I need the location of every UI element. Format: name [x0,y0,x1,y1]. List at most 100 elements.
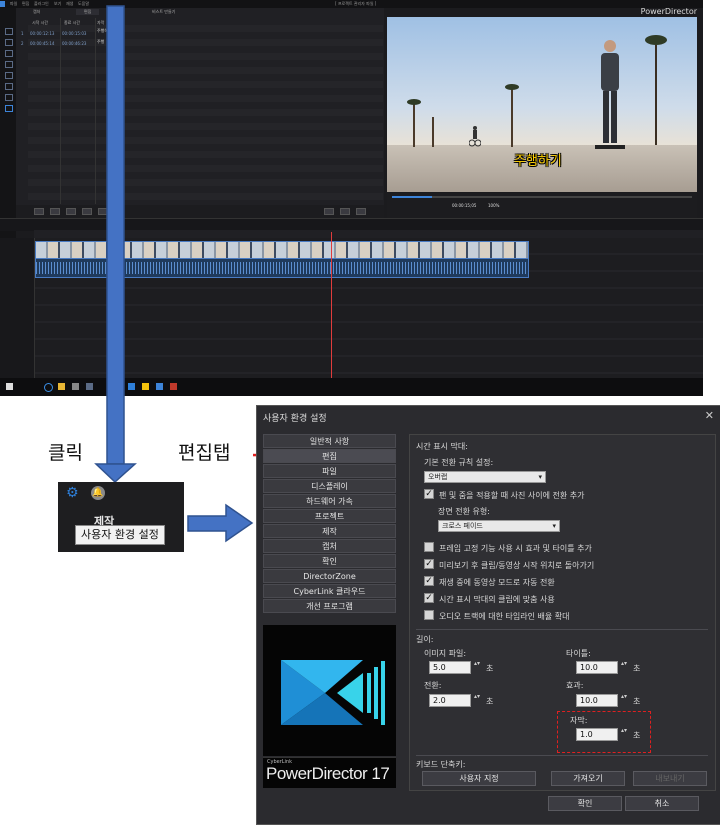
subtitle-room-icon[interactable] [5,105,13,112]
onedrive-icon[interactable] [128,383,135,390]
menu-edit[interactable]: 편집 [22,0,29,8]
preview-scrubber[interactable] [392,196,692,198]
pip-room-icon[interactable] [5,50,13,57]
remove-subtitle-icon[interactable] [50,208,60,215]
menu-plugin[interactable]: 플러그인 [34,0,49,8]
powerdirector-logo [263,625,396,756]
row-start[interactable]: 00:00:12:13 [30,31,54,36]
cyclist-figure [469,126,481,147]
pan-zoom-checkbox[interactable]: ✓ [424,489,434,499]
default-transition-label: 기본 전환 규칙 설정: [424,458,494,467]
nav-produce[interactable]: 제작 [263,524,396,538]
title-duration-input[interactable]: 10.0 [576,661,627,674]
menu-file[interactable]: 파일 [10,0,17,8]
subtitle-duration-label: 자막: [570,716,588,725]
cancel-button[interactable]: 취소 [625,796,699,811]
windows-start-icon[interactable] [6,383,13,390]
particle-room-icon[interactable] [5,61,13,68]
scene-transition-select[interactable]: 크로스 페이드 [438,520,560,532]
menu-playback[interactable]: 재생 [66,0,73,8]
image-duration-input[interactable]: 5.0 [429,661,480,674]
ok-icon[interactable] [356,208,366,215]
menu-help[interactable]: 도움말 [78,0,89,8]
option-checkbox[interactable] [424,610,434,620]
nav-cyberlink-cloud[interactable]: CyberLink 클라우드 [263,584,396,598]
palm-tree [432,117,434,147]
option-checkbox[interactable]: ✓ [424,593,434,603]
transition-duration-input[interactable]: 2.0 [429,694,480,707]
title-duration-label: 타이틀: [566,649,591,658]
nav-project[interactable]: 프로젝트 [263,509,396,523]
zoom-level[interactable]: 100% [488,203,499,208]
column-divider [60,18,61,204]
row-end[interactable]: 00:00:46:23 [62,41,86,46]
ok-button[interactable]: 확인 [548,796,622,811]
export-icon[interactable] [340,208,350,215]
unit-seconds: 초 [633,697,641,706]
video-clip[interactable] [35,241,529,259]
notification-bell-icon[interactable]: 🔔 [91,486,105,500]
nav-hardware-acceleration[interactable]: 하드웨어 가속 [263,494,396,508]
import-icon[interactable] [324,208,334,215]
audio-room-icon[interactable] [5,94,13,101]
tab-capture[interactable]: 캡처 [33,9,40,15]
nav-confirmation[interactable]: 확인 [263,554,396,568]
transition-room-icon[interactable] [5,83,13,90]
nav-general[interactable]: 일반적 사항 [263,434,396,448]
unit-seconds: 초 [486,697,494,706]
merge-icon[interactable] [66,208,76,215]
subtitle-toolbar [16,205,384,218]
nav-capture[interactable]: 캡처 [263,539,396,553]
nav-improvement-program[interactable]: 개선 프로그램 [263,599,396,613]
powerdirector-taskbar-icon[interactable] [156,383,163,390]
acrobat-icon[interactable] [170,383,177,390]
option-checkbox[interactable]: ✓ [424,559,434,569]
col-end: 종료 시간 [64,20,80,25]
nav-editing[interactable]: 편집 [263,449,396,463]
row-end[interactable]: 00:00:15:03 [62,31,86,36]
menu-bar: 파일 편집 플러그인 보기 재생 도움말 [ 프로젝트 관리자 파일 ] [0,0,703,8]
row-text[interactable]: 주행하기 [97,28,112,34]
effect-duration-input[interactable]: 10.0 [576,694,627,707]
audio-clip[interactable] [35,258,529,278]
tab-edit[interactable]: 편집 [76,9,100,15]
preferences-nav: 일반적 사항 편집 파일 디스플레이 하드웨어 가속 프로젝트 제작 캡처 확인… [263,434,396,617]
timeline-playhead[interactable] [331,232,332,378]
row-text[interactable]: 주행 [97,39,104,45]
add-subtitle-icon[interactable] [34,208,44,215]
mail-icon[interactable] [86,383,93,390]
export-shortcuts-button[interactable]: 내보내기 [633,771,707,786]
app-icon[interactable] [142,383,149,390]
col-start: 시작 시간 [32,20,48,25]
title-room-icon[interactable] [5,72,13,79]
file-explorer-icon[interactable] [58,383,65,390]
text-format-icon[interactable] [98,208,108,215]
timeline-ruler[interactable] [34,230,703,238]
close-icon[interactable]: ✕ [705,409,714,422]
option-checkbox[interactable] [424,542,434,552]
subtitle-duration-input[interactable]: 1.0 [576,728,627,741]
palm-tree [407,99,421,105]
tab-create-disc[interactable]: 비스트 만들기 [152,9,175,15]
gear-icon[interactable]: ⚙ [66,485,79,501]
option-checkbox[interactable]: ✓ [424,576,434,586]
row-index: 2 [21,41,24,46]
column-divider [95,18,96,204]
edge-icon[interactable] [44,383,53,392]
default-transition-select[interactable]: 오버랩 [424,471,546,483]
preferences-button-popup: ⚙ 🔔 제작 사용자 환경 설정 [58,482,184,552]
store-icon[interactable] [72,383,79,390]
split-icon[interactable] [82,208,92,215]
col-text: 자막 [97,20,105,25]
nav-directorzone[interactable]: DirectorZone [263,569,396,583]
nav-file[interactable]: 파일 [263,464,396,478]
nav-display[interactable]: 디스플레이 [263,479,396,493]
audio-waveform [36,262,528,274]
row-start[interactable]: 00:00:45:14 [30,41,54,46]
import-shortcuts-button[interactable]: 가져오기 [551,771,625,786]
media-room-icon[interactable] [5,28,13,35]
customize-shortcuts-button[interactable]: 사용자 지정 [422,771,536,786]
effect-room-icon[interactable] [5,39,13,46]
menu-view[interactable]: 보기 [54,0,61,8]
powerdirector-logo-icon [281,660,385,725]
